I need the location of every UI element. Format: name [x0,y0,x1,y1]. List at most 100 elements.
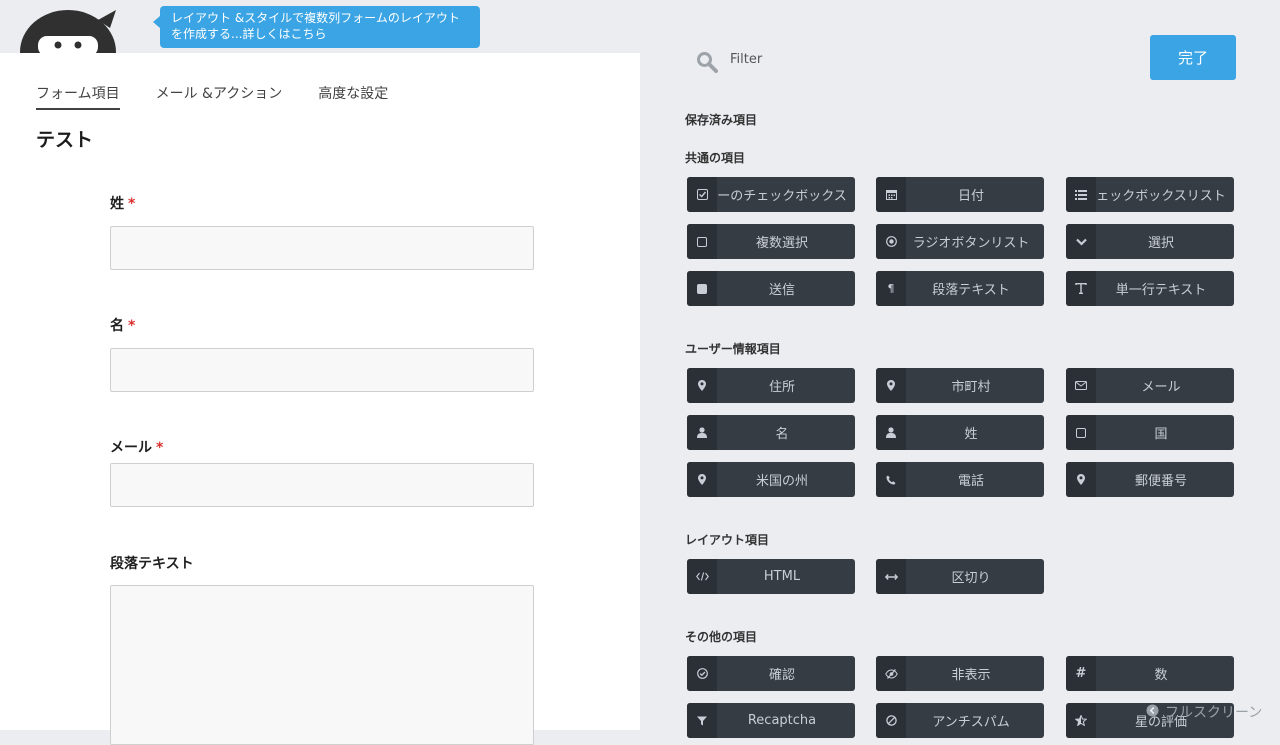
tooltip-line-1: レイアウト &スタイルで複数列フォームのレイアウト [171,11,460,25]
ninja-logo[interactable] [20,0,120,53]
field-button-label: ラジオボタンリスト [912,236,1030,251]
field-button-label: 選択 [1147,236,1174,251]
field-button-select[interactable]: 選択 [1066,224,1234,259]
field-button-divider[interactable]: 区切り [876,559,1044,594]
field-button-label: ェックボックスリスト [1096,189,1226,204]
field-label-paragraph-text[interactable]: 段落テキスト [110,553,194,573]
ban-icon [876,703,906,738]
saved-fields-title[interactable]: 保存済み項目 [685,111,757,128]
star-half-icon [1066,703,1096,738]
section-title-misc[interactable]: その他の項目 [685,628,757,645]
field-button-paragraph-text[interactable]: ¶ 段落テキスト [876,271,1044,306]
field-button-label: 段落テキスト [932,283,1010,298]
field-button-label: HTML [763,569,801,584]
section-title-user-info[interactable]: ユーザー情報項目 [685,340,781,357]
required-marker: * [128,318,136,334]
check-circle-icon [687,656,717,691]
fullscreen-toggle[interactable]: フルスクリーン [1146,702,1262,722]
tab-advanced[interactable]: 高度な設定 [318,83,388,110]
done-button[interactable]: 完了 [1150,35,1236,80]
field-button-label: 区切り [951,571,991,586]
field-button-hidden[interactable]: 非表示 [876,656,1044,691]
field-button-recaptcha[interactable]: Recaptcha [687,703,855,738]
required-marker: * [128,196,136,212]
tab-form-fields[interactable]: フォーム項目 [36,83,120,110]
first-name-input[interactable] [110,348,534,392]
form-title[interactable]: テスト [36,125,93,152]
field-button-html[interactable]: HTML [687,559,855,594]
envelope-icon [1066,368,1096,403]
user-icon [687,415,717,450]
field-button-checkbox-list[interactable]: ェックボックスリスト [1066,177,1234,212]
field-button-label: 市町村 [951,380,991,395]
square-icon [1066,415,1096,450]
text-icon [1066,271,1096,306]
map-marker-icon [876,368,906,403]
field-button-label: 複数選択 [755,236,808,251]
map-marker-icon [1066,462,1096,497]
field-button-submit[interactable]: 送信 [687,271,855,306]
user-icon [876,415,906,450]
required-marker: * [156,440,164,456]
search-icon [696,51,718,77]
field-button-email[interactable]: メール [1066,368,1234,403]
field-button-radio-list[interactable]: ラジオボタンリスト [876,224,1044,259]
tab-emails-actions[interactable]: メール &アクション [156,83,283,110]
filter-input[interactable]: Filter [730,52,762,67]
field-button-multi-select[interactable]: 複数選択 [687,224,855,259]
field-button-label: 住所 [768,380,795,395]
field-button-address[interactable]: 住所 [687,368,855,403]
fullscreen-label: フルスクリーン [1165,705,1263,721]
field-label-text: 姓 [110,196,124,212]
filter-icon [687,703,717,738]
field-label-first-name[interactable]: 名 * [110,315,135,335]
field-label-last-name[interactable]: 姓 * [110,193,135,213]
layout-tip-tooltip[interactable]: レイアウト &スタイルで複数列フォームのレイアウト を作成する...詳しくはこち… [153,6,480,48]
form-builder-panel: フォーム項目 メール &アクション 高度な設定 テスト 姓 * 名 * メール * 段… [0,53,640,745]
field-button-single-checkbox[interactable]: ーのチェックボックス [687,177,855,212]
field-button-label: 単一行テキスト [1115,283,1207,298]
paragraph-textarea[interactable] [110,585,534,745]
field-button-zip[interactable]: 郵便番号 [1066,462,1234,497]
section-title-common[interactable]: 共通の項目 [685,149,745,166]
field-button-label: アンチスパム [932,715,1010,730]
field-button-us-state[interactable]: 米国の州 [687,462,855,497]
field-button-last-name[interactable]: 姓 [876,415,1044,450]
field-button-label: ーのチェックボックス [717,189,847,204]
map-marker-icon [687,368,717,403]
list-icon [1066,177,1096,212]
field-button-first-name[interactable]: 名 [687,415,855,450]
square-icon [687,224,717,259]
field-button-label: 日付 [957,189,984,204]
field-button-phone[interactable]: 電話 [876,462,1044,497]
field-button-anti-spam[interactable]: アンチスパム [876,703,1044,738]
field-button-label: 電話 [957,474,984,489]
builder-tabs: フォーム項目 メール &アクション 高度な設定 [36,83,388,110]
field-button-label: 確認 [768,668,795,683]
arrows-h-icon [876,559,906,594]
section-title-layout[interactable]: レイアウト項目 [685,531,769,548]
field-button-single-line-text[interactable]: 単一行テキスト [1066,271,1234,306]
field-button-city[interactable]: 市町村 [876,368,1044,403]
field-button-label: 数 [1154,668,1168,683]
field-button-country[interactable]: 国 [1066,415,1234,450]
field-button-label: 送信 [768,283,795,298]
last-name-input[interactable] [110,226,534,270]
tooltip-line-2: を作成する...詳しくはこちら [171,27,327,41]
filled-square-icon [687,271,717,306]
field-label-text: メール [110,440,152,456]
field-button-label: 名 [775,427,789,442]
email-input[interactable] [110,463,534,507]
chevron-down-icon [1066,224,1096,259]
field-button-label: 姓 [964,427,978,442]
pilcrow-icon: ¶ [876,271,906,306]
phone-icon [876,462,906,497]
field-button-number[interactable]: # 数 [1066,656,1234,691]
field-button-label: 郵便番号 [1134,474,1187,489]
field-button-date[interactable]: 日付 [876,177,1044,212]
field-button-confirm[interactable]: 確認 [687,656,855,691]
map-marker-icon [687,462,717,497]
field-label-email[interactable]: メール * [110,437,163,457]
eye-slash-icon [876,656,906,691]
field-button-label: 非表示 [951,668,991,683]
